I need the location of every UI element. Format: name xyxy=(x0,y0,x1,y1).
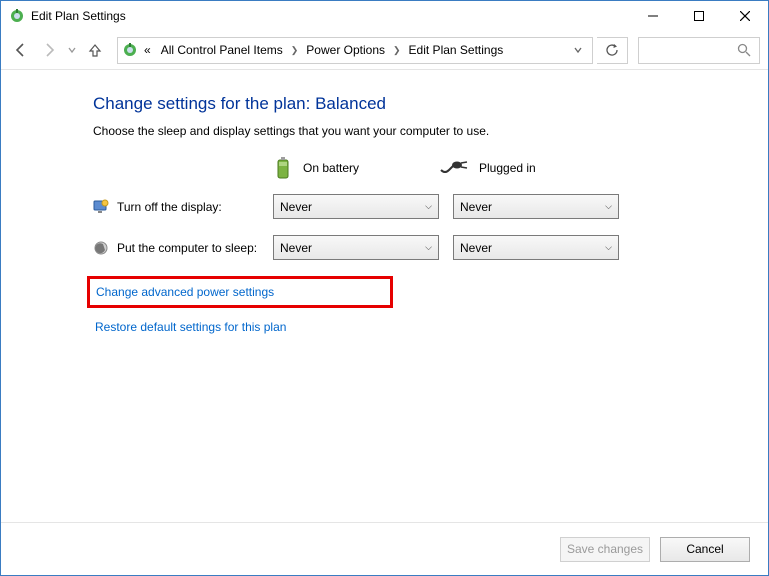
on-battery-header: On battery xyxy=(273,156,439,180)
up-button[interactable] xyxy=(83,38,107,62)
plug-icon xyxy=(439,160,469,176)
sleep-battery-dropdown[interactable]: Never⌵ xyxy=(273,235,439,260)
display-plugged-dropdown[interactable]: Never⌵ xyxy=(453,194,619,219)
page-description: Choose the sleep and display settings th… xyxy=(93,124,768,138)
close-button[interactable] xyxy=(722,1,768,31)
window-title: Edit Plan Settings xyxy=(31,9,126,23)
highlight-box: Change advanced power settings xyxy=(87,276,393,308)
display-row: Turn off the display: Never⌵ Never⌵ xyxy=(93,194,768,219)
restore-defaults-link[interactable]: Restore default settings for this plan xyxy=(93,314,288,340)
window: Edit Plan Settings « All Control Panel I… xyxy=(0,0,769,576)
address-dropdown-button[interactable] xyxy=(568,46,588,54)
links-section: Change advanced power settings Restore d… xyxy=(93,276,768,340)
display-icon xyxy=(93,199,109,215)
chevron-right-icon[interactable]: ❯ xyxy=(391,45,403,56)
on-battery-label: On battery xyxy=(303,161,359,175)
chevron-down-icon: ⌵ xyxy=(605,242,612,253)
cancel-button[interactable]: Cancel xyxy=(660,537,750,562)
display-label: Turn off the display: xyxy=(117,200,222,214)
plugged-in-header: Plugged in xyxy=(439,156,605,180)
window-controls xyxy=(630,1,768,31)
maximize-button[interactable] xyxy=(676,1,722,31)
chevron-down-icon: ⌵ xyxy=(425,242,432,253)
breadcrumb-item[interactable]: All Control Panel Items xyxy=(157,43,287,57)
navbar: « All Control Panel Items ❯ Power Option… xyxy=(1,31,768,70)
search-input[interactable] xyxy=(638,37,760,64)
breadcrumb-item[interactable]: Power Options xyxy=(302,43,389,57)
titlebar-left: Edit Plan Settings xyxy=(9,8,126,24)
display-label-group: Turn off the display: xyxy=(93,199,273,215)
sleep-label-group: Put the computer to sleep: xyxy=(93,240,273,256)
footer: Save changes Cancel xyxy=(1,522,768,575)
minimize-button[interactable] xyxy=(630,1,676,31)
content-area: Change settings for the plan: Balanced C… xyxy=(1,70,768,522)
save-button: Save changes xyxy=(560,537,650,562)
recent-locations-button[interactable] xyxy=(65,38,79,62)
breadcrumb-prefix: « xyxy=(140,43,155,57)
search-icon xyxy=(737,43,751,57)
location-icon xyxy=(122,42,138,58)
sleep-plugged-dropdown[interactable]: Never⌵ xyxy=(453,235,619,260)
back-button[interactable] xyxy=(9,38,33,62)
sleep-icon xyxy=(93,240,109,256)
forward-button[interactable] xyxy=(37,38,61,62)
refresh-button[interactable] xyxy=(597,37,628,64)
titlebar: Edit Plan Settings xyxy=(1,1,768,31)
battery-icon xyxy=(273,156,293,180)
advanced-settings-link[interactable]: Change advanced power settings xyxy=(94,279,276,305)
sleep-row: Put the computer to sleep: Never⌵ Never⌵ xyxy=(93,235,768,260)
display-battery-dropdown[interactable]: Never⌵ xyxy=(273,194,439,219)
page-heading: Change settings for the plan: Balanced xyxy=(93,94,768,114)
sleep-label: Put the computer to sleep: xyxy=(117,241,257,255)
chevron-right-icon[interactable]: ❯ xyxy=(289,45,301,56)
app-icon xyxy=(9,8,25,24)
breadcrumb-item[interactable]: Edit Plan Settings xyxy=(405,43,508,57)
address-bar[interactable]: « All Control Panel Items ❯ Power Option… xyxy=(117,37,593,64)
chevron-down-icon: ⌵ xyxy=(425,201,432,212)
chevron-down-icon: ⌵ xyxy=(605,201,612,212)
plugged-in-label: Plugged in xyxy=(479,161,536,175)
column-headers: On battery Plugged in xyxy=(273,156,768,180)
